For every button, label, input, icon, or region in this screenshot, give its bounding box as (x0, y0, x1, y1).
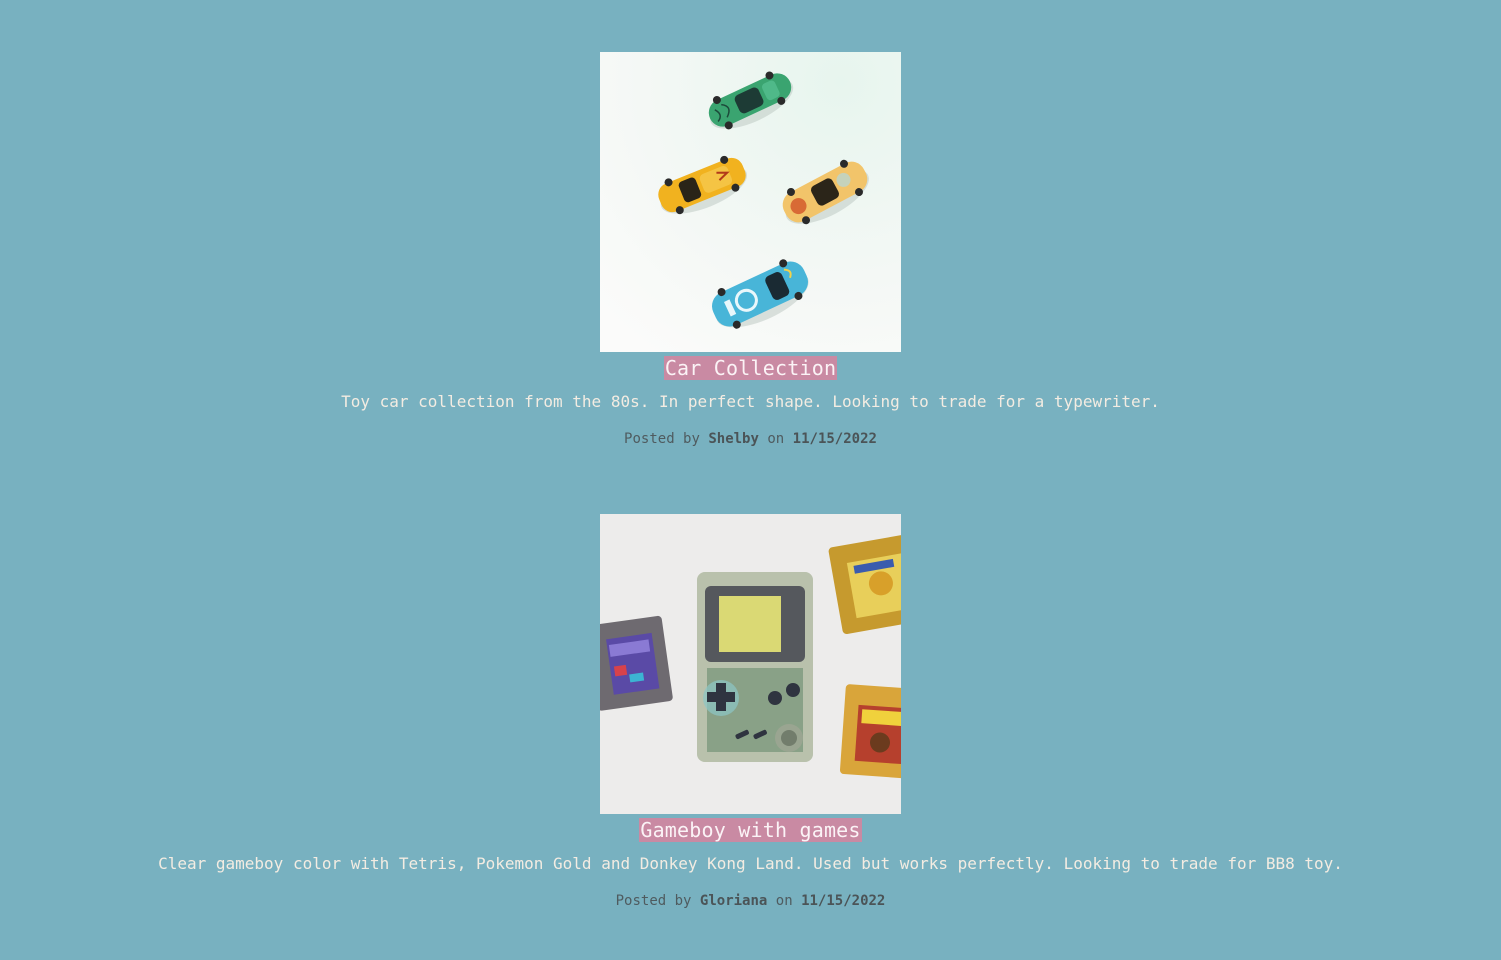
post-meta: Posted by Shelby on 11/15/2022 (0, 430, 1501, 448)
on-label: on (767, 431, 785, 447)
posted-by-label: Posted by (615, 893, 692, 909)
post-feed: Car Collection Toy car collection from t… (0, 0, 1501, 910)
post-title[interactable]: Car Collection (663, 356, 838, 380)
post-author: Shelby (708, 431, 759, 447)
post-description: Toy car collection from the 80s. In perf… (341, 392, 1160, 411)
post-author: Gloriana (699, 893, 768, 909)
post-image[interactable] (600, 52, 901, 352)
on-label: on (775, 893, 793, 909)
post-date: 11/15/2022 (792, 431, 877, 447)
post-image[interactable] (600, 514, 901, 814)
posted-by-label: Posted by (624, 431, 700, 447)
post-card: Car Collection Toy car collection from t… (0, 0, 1501, 448)
post-meta: Posted by Gloriana on 11/15/2022 (0, 892, 1501, 910)
post-description: Clear gameboy color with Tetris, Pokemon… (158, 854, 1343, 873)
post-title[interactable]: Gameboy with games (639, 818, 862, 842)
post-card: Gameboy with games Clear gameboy color w… (0, 448, 1501, 910)
post-date: 11/15/2022 (801, 893, 886, 909)
